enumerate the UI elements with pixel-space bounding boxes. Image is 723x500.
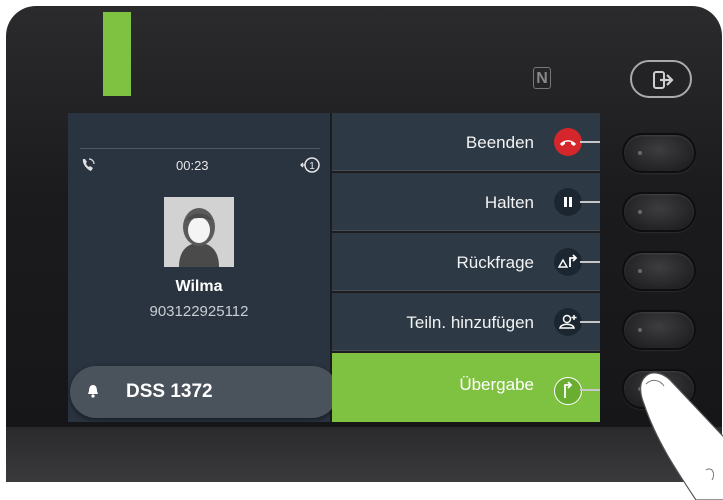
menu-item-label: Teiln. hinzufügen bbox=[406, 313, 534, 332]
exit-button[interactable] bbox=[630, 60, 692, 98]
menu-item-halten[interactable]: Halten bbox=[332, 173, 600, 231]
softkey-4-button[interactable] bbox=[622, 310, 696, 350]
softkey-2-button[interactable] bbox=[622, 192, 696, 232]
device-bottom-edge bbox=[6, 427, 722, 482]
menu-item-uebergabe[interactable]: Übergabe bbox=[332, 353, 600, 422]
caller-name: Wilma bbox=[175, 278, 223, 295]
connector-line bbox=[580, 261, 600, 263]
connector-line bbox=[580, 201, 600, 203]
connector-line bbox=[580, 321, 600, 323]
display-screen: 00:23 1 Wilma 903122925112 DSS 1372 Been… bbox=[68, 113, 600, 422]
menu-item-label: Rückfrage bbox=[456, 253, 534, 272]
dss-label: DSS 1372 bbox=[126, 381, 213, 402]
connector-line bbox=[580, 141, 600, 143]
add-participant-icon bbox=[554, 308, 582, 336]
bell-icon bbox=[86, 383, 100, 404]
exit-icon bbox=[653, 71, 674, 89]
caller-number: 903122925112 bbox=[149, 303, 249, 320]
nfc-icon: N bbox=[533, 67, 551, 89]
call-actions-menu: Beenden Halten Rückfrage Teiln. hinzufüg… bbox=[332, 113, 600, 422]
connector-line bbox=[580, 389, 600, 391]
handset-icon bbox=[80, 157, 96, 176]
hangup-icon bbox=[554, 128, 582, 156]
pointing-finger-icon bbox=[640, 372, 723, 500]
menu-item-label: Beenden bbox=[465, 133, 534, 152]
avatar bbox=[164, 197, 234, 267]
softkey-3-button[interactable] bbox=[622, 251, 696, 291]
menu-item-label: Übergabe bbox=[459, 375, 534, 394]
pause-icon bbox=[554, 188, 582, 216]
menu-item-rueckfrage[interactable]: Rückfrage bbox=[332, 233, 600, 291]
transfer-icon bbox=[554, 377, 582, 405]
softkey-1-button[interactable] bbox=[622, 133, 696, 173]
divider bbox=[80, 148, 320, 149]
menu-item-label: Halten bbox=[484, 193, 534, 212]
menu-item-beenden[interactable]: Beenden bbox=[332, 113, 600, 171]
line-indicator-icon: 1 bbox=[300, 155, 322, 180]
consult-icon bbox=[554, 248, 582, 276]
menu-item-teilnehmer-hinzufuegen[interactable]: Teiln. hinzufügen bbox=[332, 293, 600, 351]
call-timer: 00:23 bbox=[176, 158, 209, 173]
svg-text:1: 1 bbox=[309, 161, 315, 172]
dss-key[interactable]: DSS 1372 bbox=[70, 366, 338, 418]
status-led bbox=[103, 12, 131, 96]
